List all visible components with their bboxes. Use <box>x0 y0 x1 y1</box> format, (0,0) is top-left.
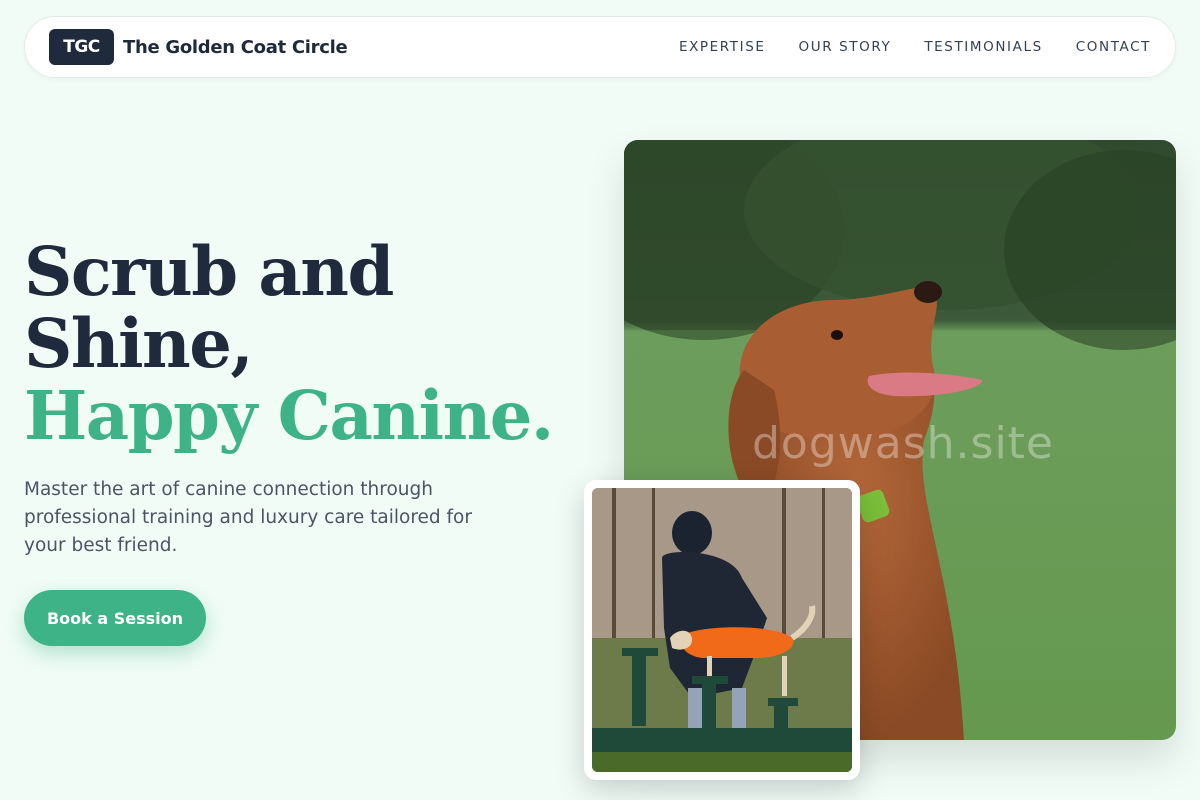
brand[interactable]: TGC The Golden Coat Circle <box>49 29 348 65</box>
brand-logo-badge[interactable]: TGC <box>49 29 114 65</box>
secondary-image-inner <box>592 488 852 772</box>
headline-line-3: Happy Canine. <box>24 376 554 455</box>
hero-subtext: Master the art of canine connection thro… <box>24 479 472 556</box>
nav-link-contact[interactable]: CONTACT <box>1076 39 1151 55</box>
hero-secondary-image <box>584 480 860 780</box>
trainer-photo-illustration <box>592 488 852 772</box>
book-session-button[interactable]: Book a Session <box>24 590 206 646</box>
nav-link-expertise[interactable]: EXPERTISE <box>679 39 766 55</box>
brand-name[interactable]: The Golden Coat Circle <box>123 37 348 58</box>
nav-link-our-story[interactable]: OUR STORY <box>799 39 892 55</box>
top-nav: TGC The Golden Coat Circle EXPERTISE OUR… <box>24 16 1176 78</box>
hero-headline: Scrub and Shine, Happy Canine. <box>24 232 554 455</box>
headline-line-1: Scrub and <box>24 232 394 311</box>
watermark-text: dogwash.site <box>752 418 1054 469</box>
headline-line-2: Shine, <box>24 304 254 383</box>
nav-link-testimonials[interactable]: TESTIMONIALS <box>924 39 1042 55</box>
nav-links: EXPERTISE OUR STORY TESTIMONIALS CONTACT <box>679 39 1151 55</box>
